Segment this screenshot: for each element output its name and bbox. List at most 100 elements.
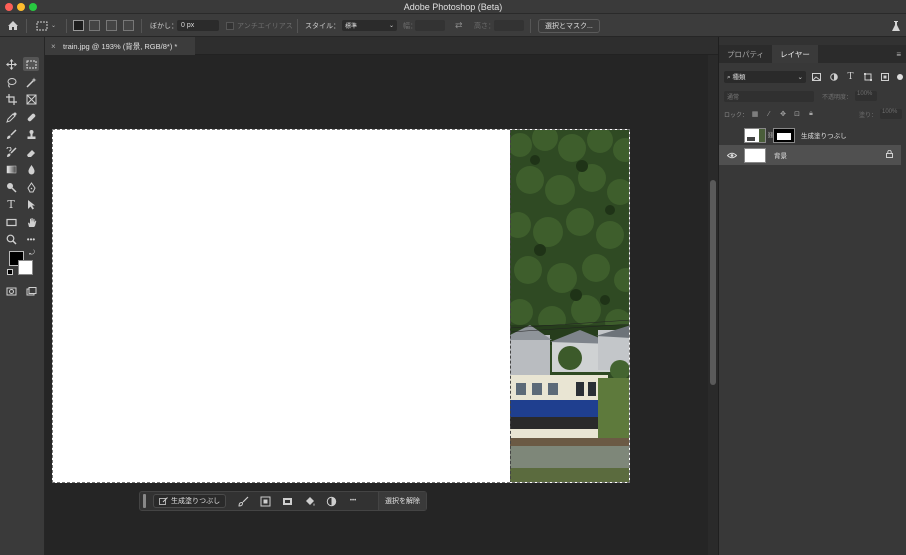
select-and-mask-button[interactable]: 選択とマスク... <box>538 18 600 33</box>
lock-position-icon[interactable]: ✥ <box>776 109 790 120</box>
eyedropper-tool[interactable] <box>3 110 19 124</box>
brush-selection-icon <box>238 496 249 507</box>
drag-handle[interactable] <box>143 494 146 508</box>
rectangle-tool[interactable] <box>3 215 19 229</box>
blur-tool[interactable] <box>23 162 39 176</box>
swap-colors-icon[interactable]: ⤾ <box>29 250 35 258</box>
blend-mode-select[interactable]: 通常 <box>724 90 814 102</box>
filter-type-layers-icon[interactable]: T <box>844 71 857 83</box>
lock-transparent-pixels-icon[interactable]: ▦ <box>748 109 762 120</box>
layer-filter-value: 種類 <box>732 74 746 81</box>
height-input[interactable] <box>494 20 524 31</box>
visibility-toggle[interactable] <box>725 129 739 141</box>
layer-mask-thumbnail[interactable] <box>773 127 795 143</box>
type-tool[interactable]: T <box>3 197 19 211</box>
gradient-icon <box>6 165 16 173</box>
swap-dimensions-button[interactable]: ⇄ <box>455 14 463 37</box>
history-brush-tool[interactable] <box>3 145 19 159</box>
more-options-button[interactable]: ••• <box>342 493 364 509</box>
tab-properties[interactable]: プロパティ <box>719 45 772 63</box>
quick-mask-button[interactable] <box>3 284 19 298</box>
subtract-selection-button[interactable] <box>106 14 117 37</box>
canvas-workspace[interactable]: 生成塗りつぶし ••• 選択を解除 <box>45 55 708 555</box>
layer-row[interactable]: 背景 <box>719 145 901 165</box>
filter-pixel-layers-icon[interactable] <box>810 71 823 83</box>
create-mask-button[interactable] <box>276 493 298 509</box>
rectangular-marquee-tool[interactable] <box>23 57 39 71</box>
antialias-checkbox[interactable] <box>226 21 234 30</box>
pen-tool[interactable] <box>23 180 39 194</box>
tab-layers[interactable]: レイヤー <box>772 45 818 63</box>
style-select[interactable]: 標準 ⌄ <box>342 20 397 31</box>
tools-panel: T ••• ⤾ <box>0 37 45 555</box>
tool-preset-picker[interactable]: ⌄ <box>36 14 56 37</box>
filter-smart-objects-icon[interactable] <box>878 71 891 83</box>
fill-selection-button[interactable] <box>298 493 320 509</box>
panel-menu-icon[interactable]: ≡ <box>896 45 901 63</box>
arrow-cursor-icon <box>27 199 35 209</box>
filter-shape-layers-icon[interactable] <box>861 71 874 83</box>
zoom-tool[interactable] <box>3 232 19 246</box>
filter-adjustment-layers-icon[interactable] <box>827 71 840 83</box>
document-tab[interactable]: × train.jpg @ 193% (背景, RGB/8*) * <box>45 37 195 55</box>
clone-stamp-tool[interactable] <box>23 127 39 141</box>
home-button[interactable] <box>7 14 19 37</box>
crop-tool[interactable] <box>3 92 19 106</box>
gradient-tool[interactable] <box>3 162 19 176</box>
paint-bucket-icon <box>305 496 315 506</box>
magic-wand-tool[interactable] <box>23 75 39 89</box>
add-selection-button[interactable] <box>89 14 100 37</box>
lock-image-pixels-icon[interactable]: ⁄ <box>762 109 776 120</box>
swap-icon: ⇄ <box>455 20 463 30</box>
width-input[interactable] <box>415 20 445 31</box>
ellipsis-icon: ••• <box>349 498 357 504</box>
opacity-input[interactable]: 100% <box>855 91 878 101</box>
generative-fill-button[interactable]: 生成塗りつぶし <box>153 494 227 508</box>
default-colors-icon[interactable] <box>7 269 13 275</box>
hand-tool[interactable] <box>23 215 39 229</box>
layer-filter-select[interactable]: ⌕ 種類 ⌄ <box>724 70 806 83</box>
layer-row[interactable]: ⛓ 生成塗りつぶし <box>719 125 901 145</box>
intersect-selection-button[interactable] <box>123 14 134 37</box>
layers-panel-dock: プロパティ レイヤー ≡ ⌕ 種類 ⌄ T 通常 不透明度： 100% ロック：… <box>718 37 906 555</box>
document-canvas[interactable] <box>52 129 630 483</box>
visibility-toggle[interactable] <box>725 149 739 161</box>
deselect-button[interactable]: 選択を解除 <box>378 492 426 510</box>
move-tool[interactable] <box>3 57 19 71</box>
layer-thumbnail <box>744 127 766 143</box>
background-color-swatch[interactable] <box>18 260 33 275</box>
subtract-selection-icon <box>106 20 117 31</box>
healing-brush-tool[interactable] <box>23 110 39 124</box>
mask-icon <box>282 497 292 505</box>
feather-label: ぼかし： <box>150 22 178 30</box>
lock-row: ロック： ▦ ⁄ ✥ ⊡ 🔒︎ 塗り： 100% <box>724 108 902 120</box>
adjustment-layer-button[interactable] <box>320 493 342 509</box>
eyedropper-icon <box>5 112 16 123</box>
frame-tool[interactable] <box>23 92 39 106</box>
close-icon[interactable]: × <box>51 42 61 51</box>
path-selection-tool[interactable] <box>23 197 39 211</box>
edit-toolbar-button[interactable]: ••• <box>23 232 39 246</box>
invert-selection-button[interactable] <box>254 493 276 509</box>
filter-toggle-icon[interactable] <box>897 73 903 80</box>
feather-input[interactable]: 0 px <box>177 20 219 31</box>
layer-thumbnail <box>744 147 766 163</box>
lock-artboard-icon[interactable]: ⊡ <box>790 109 804 120</box>
lock-all-icon[interactable]: 🔒︎ <box>804 109 818 120</box>
canvas-vertical-scrollbar[interactable] <box>708 55 718 555</box>
bandage-icon <box>27 113 35 121</box>
magic-wand-icon <box>25 77 36 88</box>
fill-input[interactable]: 100% <box>880 109 902 119</box>
lasso-tool[interactable] <box>3 75 19 89</box>
dodge-tool[interactable] <box>3 180 19 194</box>
flask-button[interactable] <box>891 14 901 37</box>
eye-icon <box>727 152 737 158</box>
screen-mode-button[interactable] <box>23 284 39 298</box>
new-selection-button[interactable] <box>73 14 84 37</box>
eraser-tool[interactable] <box>23 145 39 159</box>
scrollbar-thumb[interactable] <box>710 180 716 385</box>
modify-selection-button[interactable] <box>232 493 254 509</box>
brush-tool[interactable] <box>3 127 19 141</box>
style-value: 標準 <box>345 24 358 30</box>
new-selection-icon <box>73 20 84 31</box>
